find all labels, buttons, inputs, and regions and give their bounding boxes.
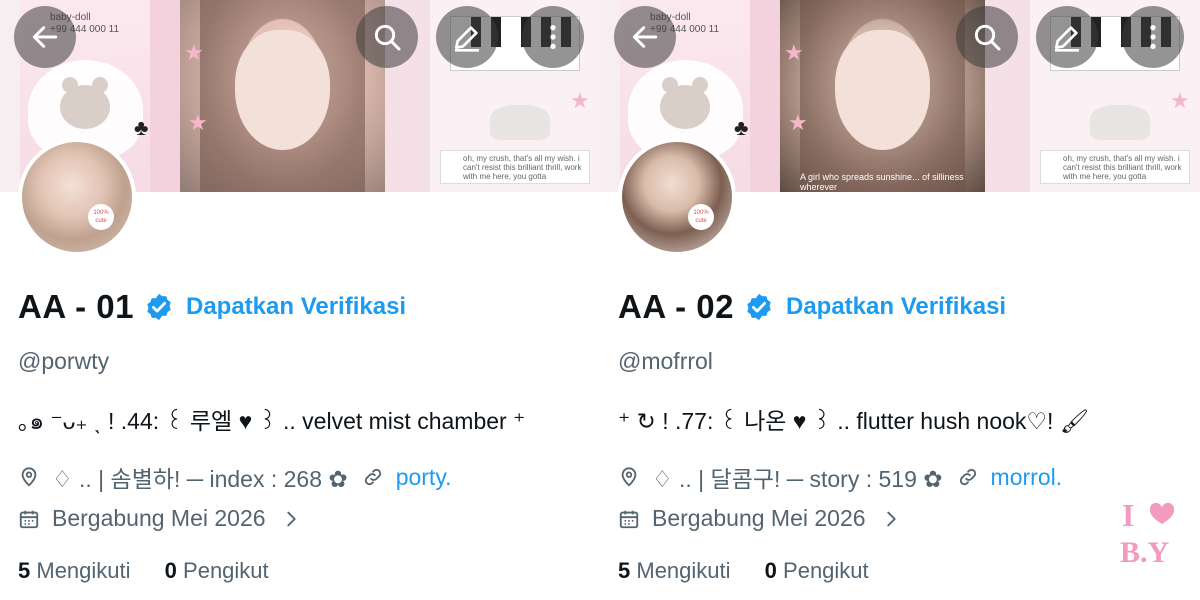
followers-link[interactable]: 0 Pengikut (165, 558, 269, 583)
followers-link[interactable]: 0 Pengikut (765, 558, 869, 583)
star-icon: ★ (784, 40, 804, 65)
heart-icon (1149, 502, 1175, 524)
follow-stats: 5 Mengikuti 0 Pengikut (618, 558, 869, 584)
following-label: Mengikuti (636, 558, 731, 583)
profile-bio: ｡๑ ⁻ᴗ₊ ˎ ! .44: ꒰ 루엘 ♥ ꒱ .. velvet mist … (18, 408, 526, 434)
banner-strip (150, 0, 180, 192)
verified-badge-icon[interactable] (744, 292, 774, 322)
profile-panel-1: baby-doll +99 444 000 11 ♣ ★ ★ ★ oh, my c… (0, 0, 600, 600)
banner-note: oh, my crush, that's all my wish. i can'… (1040, 150, 1190, 184)
back-arrow-icon (32, 26, 58, 48)
following-link[interactable]: 5 Mengikuti (18, 558, 131, 583)
calendar-icon (619, 510, 639, 528)
following-count: 5 (618, 558, 631, 583)
avatar-badge: 100% cute (88, 204, 114, 230)
display-name: AA - 02 (618, 288, 734, 325)
chevron-right-icon (286, 511, 296, 526)
search-icon (974, 24, 1001, 51)
banner-photo-face (835, 30, 930, 150)
get-verified-link[interactable]: Dapatkan Verifikasi (786, 293, 1006, 321)
name-row: AA - 01 Dapatkan Verifikasi (18, 288, 406, 326)
location-text: ♢ .. | 솜별하! ─ index : 268 ✿ (52, 466, 348, 492)
watermark-logo: I B.Y (1120, 497, 1175, 566)
star-icon: ★ (570, 88, 590, 113)
search-icon (374, 24, 401, 51)
followers-label: Pengikut (183, 558, 269, 583)
chevron-right-icon (886, 511, 896, 526)
join-date: Bergabung Mei 2026 (52, 505, 266, 531)
star-icon: ★ (188, 110, 208, 135)
followers-count: 0 (764, 558, 777, 583)
more-button[interactable] (1122, 6, 1184, 68)
profile-meta: ♢ .. | 솜별하! ─ index : 268 ✿ porty. (18, 460, 452, 494)
edit-button[interactable] (436, 6, 498, 68)
more-vertical-icon (550, 25, 556, 49)
banner-photo-face (235, 30, 330, 150)
star-icon: ★ (184, 40, 204, 65)
banner-note: oh, my crush, that's all my wish. i can'… (440, 150, 590, 184)
profile-bio: ⁺ ↻ ! .77: ꒰ 나온 ♥ ꒱ .. flutter hush nook… (618, 408, 1090, 434)
location-pin-icon (621, 467, 637, 487)
clover-icon: ♣ (734, 115, 749, 140)
watermark-text-bottom: B.Y (1120, 536, 1170, 566)
followers-count: 0 (164, 558, 177, 583)
followers-label: Pengikut (783, 558, 869, 583)
bear-sticker (60, 77, 110, 129)
bunnies-sticker (1090, 105, 1150, 140)
avatar[interactable]: 100% cute (618, 138, 736, 256)
banner-tile-photo: ★ ★ A girl who spreads sunshine... of si… (780, 0, 985, 192)
avatar[interactable]: 100% cute (18, 138, 136, 256)
join-date-row[interactable]: Bergabung Mei 2026 (18, 505, 314, 532)
join-date-row[interactable]: Bergabung Mei 2026 (618, 505, 914, 532)
avatar-badge: 100% cute (688, 204, 714, 230)
calendar-icon (19, 510, 39, 528)
edit-icon (455, 26, 479, 52)
banner-strip (750, 0, 780, 192)
edit-button[interactable] (1036, 6, 1098, 68)
name-row: AA - 02 Dapatkan Verifikasi (618, 288, 1006, 326)
website-link[interactable]: porty. (396, 464, 452, 491)
edit-icon (1055, 26, 1079, 52)
clover-icon: ♣ (134, 115, 149, 140)
join-date: Bergabung Mei 2026 (652, 505, 866, 531)
more-button[interactable] (522, 6, 584, 68)
back-button[interactable] (614, 6, 676, 68)
banner-caption: A girl who spreads sunshine... of sillin… (800, 172, 964, 192)
username-handle: @mofrrol (618, 348, 713, 374)
search-button[interactable] (956, 6, 1018, 68)
bear-sticker (660, 77, 710, 129)
following-link[interactable]: 5 Mengikuti (618, 558, 731, 583)
location-pin-icon (21, 467, 37, 487)
profile-meta: ♢ .. | 달콤구! ─ story : 519 ✿ morrol. (618, 460, 1062, 494)
star-icon: ★ (788, 110, 808, 135)
banner-tile-photo: ★ ★ (180, 0, 385, 192)
search-button[interactable] (356, 6, 418, 68)
website-link[interactable]: morrol. (991, 464, 1063, 491)
link-icon (959, 468, 976, 486)
bunnies-sticker (490, 105, 550, 140)
watermark-text-top: I (1122, 497, 1134, 533)
following-count: 5 (18, 558, 31, 583)
username-handle: @porwty (18, 348, 110, 374)
location-text: ♢ .. | 달콤구! ─ story : 519 ✿ (652, 466, 943, 492)
star-icon: ★ (1170, 88, 1190, 113)
back-arrow-icon (632, 26, 658, 48)
follow-stats: 5 Mengikuti 0 Pengikut (18, 558, 269, 584)
profile-panel-2: baby-doll +99 444 000 11 ♣ ★ ★ A girl who… (600, 0, 1200, 600)
get-verified-link[interactable]: Dapatkan Verifikasi (186, 293, 406, 321)
link-icon (364, 468, 381, 486)
verified-badge-icon[interactable] (144, 292, 174, 322)
more-vertical-icon (1150, 25, 1156, 49)
following-label: Mengikuti (36, 558, 131, 583)
display-name: AA - 01 (18, 288, 134, 325)
back-button[interactable] (14, 6, 76, 68)
